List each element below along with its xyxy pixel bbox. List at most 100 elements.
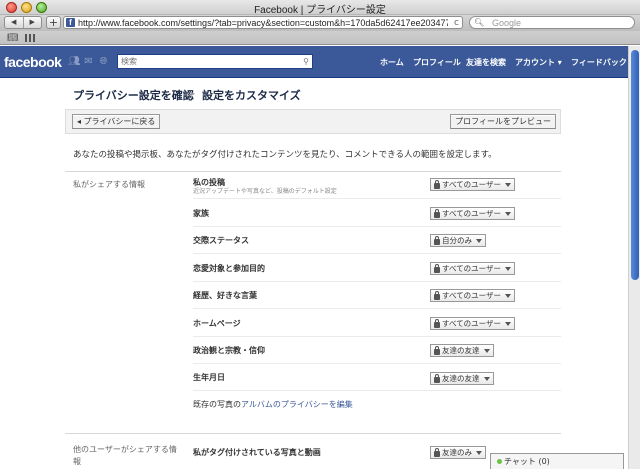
chevron-down-icon	[483, 376, 490, 381]
chevron-down-icon	[476, 238, 482, 243]
chevron-down-icon	[483, 348, 490, 353]
google-search-field[interactable]: 🔍︎ Google	[469, 16, 635, 29]
bookmarks-bar: 📖︎	[0, 31, 640, 45]
privacy-dropdown-relationship[interactable]: 自分のみ	[430, 234, 486, 247]
privacy-value: すべてのユーザー	[442, 180, 502, 189]
privacy-value: 自分のみ	[442, 236, 472, 245]
row-label-religion-politics: 政治観と宗教・信仰	[193, 346, 265, 355]
privacy-value: 友達の友達	[442, 374, 480, 383]
chevron-down-icon	[476, 450, 482, 455]
privacy-dropdown-family[interactable]: すべてのユーザー	[430, 207, 516, 220]
row-divider	[193, 390, 561, 391]
lock-icon	[434, 179, 440, 189]
back-button[interactable]: ◀	[5, 17, 24, 28]
address-bar[interactable]: f http://www.facebook.com/settings/?tab=…	[63, 16, 463, 29]
add-bookmark-button[interactable]: +	[46, 16, 61, 29]
row-divider	[193, 226, 561, 227]
nav-profile[interactable]: プロフィール	[413, 57, 461, 68]
top-sites-grid-icon[interactable]	[25, 34, 35, 42]
chat-bar[interactable]: チャット (0)	[490, 453, 624, 469]
breadcrumb-arrow-icon: ▸	[191, 89, 196, 98]
back-to-privacy-button[interactable]: ◂ プライバシーに戻る	[72, 114, 161, 129]
lock-icon	[434, 290, 440, 300]
row-label-family: 家族	[193, 209, 209, 218]
privacy-value: すべてのユーザー	[442, 264, 502, 273]
lock-icon	[434, 318, 440, 328]
row-label-website: ホームページ	[193, 319, 241, 328]
section-label-others-line1: 他のユーザーがシェアする情	[73, 445, 177, 454]
row-divider	[193, 363, 561, 364]
online-status-icon	[497, 459, 502, 464]
row-sub-my-posts: 近況アップデートや写真など、投稿のデフォルト設定	[193, 188, 337, 195]
chevron-down-icon	[505, 182, 512, 187]
lock-icon	[434, 235, 440, 245]
privacy-value: すべてのユーザー	[442, 291, 502, 300]
section-label-others-line2: 報	[73, 457, 81, 466]
privacy-value: 友達の友達	[442, 346, 480, 355]
privacy-value: すべてのユーザー	[442, 319, 502, 328]
album-privacy-text: 既存の写真のアルバムのプライバシーを編集	[193, 399, 353, 410]
facebook-logo[interactable]: facebook	[4, 54, 62, 70]
window-titlebar: Facebook | プライバシー設定	[0, 0, 640, 16]
chevron-down-icon	[505, 321, 512, 326]
chevron-down-icon	[505, 293, 512, 298]
facebook-header: facebook 👥︎ ✉︎ 🌐︎ ⚲ ホーム プロフィール 友達を検索 アカウ…	[0, 46, 628, 78]
row-label-relationship: 交際ステータス	[193, 236, 249, 245]
row-divider	[193, 308, 561, 309]
action-bar: ◂ プライバシーに戻る プロフィールをプレビュー	[65, 109, 561, 134]
facebook-search-input[interactable]	[121, 55, 296, 68]
notifications-icon[interactable]: 🌐︎	[98, 56, 109, 67]
privacy-value: すべてのユーザー	[442, 209, 502, 218]
preview-profile-button[interactable]: プロフィールをプレビュー	[450, 114, 556, 129]
url-text[interactable]: http://www.facebook.com/settings/?tab=pr…	[78, 17, 448, 29]
friend-requests-icon[interactable]: 👥︎	[68, 56, 81, 67]
nav-account[interactable]: アカウント ▾	[515, 57, 562, 68]
facebook-search-box: ⚲	[117, 54, 313, 69]
row-divider	[193, 281, 561, 282]
page-title: 設定をカスタマイズ	[202, 89, 301, 102]
bookmarks-book-icon[interactable]: 📖︎	[7, 33, 18, 43]
scrollbar-thumb[interactable]	[631, 50, 639, 280]
reload-icon[interactable]: c	[454, 17, 459, 29]
section-label-share: 私がシェアする情報	[73, 180, 145, 189]
search-icon: 🔍︎	[474, 18, 485, 27]
chevron-down-icon	[505, 211, 512, 216]
divider	[65, 433, 561, 434]
google-search-placeholder: Google	[492, 18, 522, 28]
row-divider	[193, 336, 561, 337]
search-icon[interactable]: ⚲	[303, 55, 309, 68]
privacy-dropdown-birthday[interactable]: 友達の友達	[430, 372, 494, 385]
row-label-bio-quotes: 経歴、好きな言葉	[193, 291, 257, 300]
browser-toolbar: ◀ ▶ + f http://www.facebook.com/settings…	[0, 15, 640, 31]
privacy-dropdown-my-posts[interactable]: すべてのユーザー	[430, 178, 516, 191]
lock-icon	[434, 447, 440, 457]
privacy-dropdown-website[interactable]: すべてのユーザー	[430, 317, 516, 330]
divider	[65, 171, 561, 172]
back-forward-buttons: ◀ ▶	[4, 16, 42, 29]
privacy-dropdown-bio-quotes[interactable]: すべてのユーザー	[430, 289, 516, 302]
breadcrumb-parent[interactable]: プライバシー設定を確認	[73, 87, 194, 103]
privacy-value: 友達のみ	[442, 448, 472, 457]
lock-icon	[434, 373, 440, 383]
section-description: あなたの投稿や掲示板、あなたがタグ付けされたコンテンツを見たり、コメントできる人…	[73, 150, 497, 160]
facebook-favicon-icon: f	[66, 18, 75, 27]
nav-home[interactable]: ホーム	[380, 57, 404, 68]
row-label-tagged-photos: 私がタグ付けされている写真と動画	[193, 448, 321, 457]
chat-label: チャット (0)	[504, 457, 550, 466]
privacy-dropdown-interested-in[interactable]: すべてのユーザー	[430, 262, 516, 275]
window-title: Facebook | プライバシー設定	[254, 5, 386, 16]
privacy-dropdown-tagged-photos[interactable]: 友達のみ	[430, 446, 486, 459]
edit-album-privacy-link[interactable]: アルバムのプライバシーを編集	[241, 400, 353, 409]
messages-icon[interactable]: ✉︎	[83, 56, 94, 67]
lock-icon	[434, 263, 440, 273]
chevron-down-icon	[505, 266, 512, 271]
row-label-interested-in: 恋愛対象と参加目的	[193, 264, 265, 273]
album-privacy-prefix: 既存の写真の	[193, 400, 241, 409]
row-label-birthday: 生年月日	[193, 373, 225, 382]
privacy-dropdown-religion-politics[interactable]: 友達の友達	[430, 344, 494, 357]
row-divider	[193, 253, 561, 254]
forward-button[interactable]: ▶	[24, 17, 42, 28]
page-scrollbar[interactable]	[628, 46, 640, 469]
nav-find-friends[interactable]: 友達を検索	[466, 57, 506, 68]
nav-feedback[interactable]: フィードバック	[571, 57, 627, 68]
